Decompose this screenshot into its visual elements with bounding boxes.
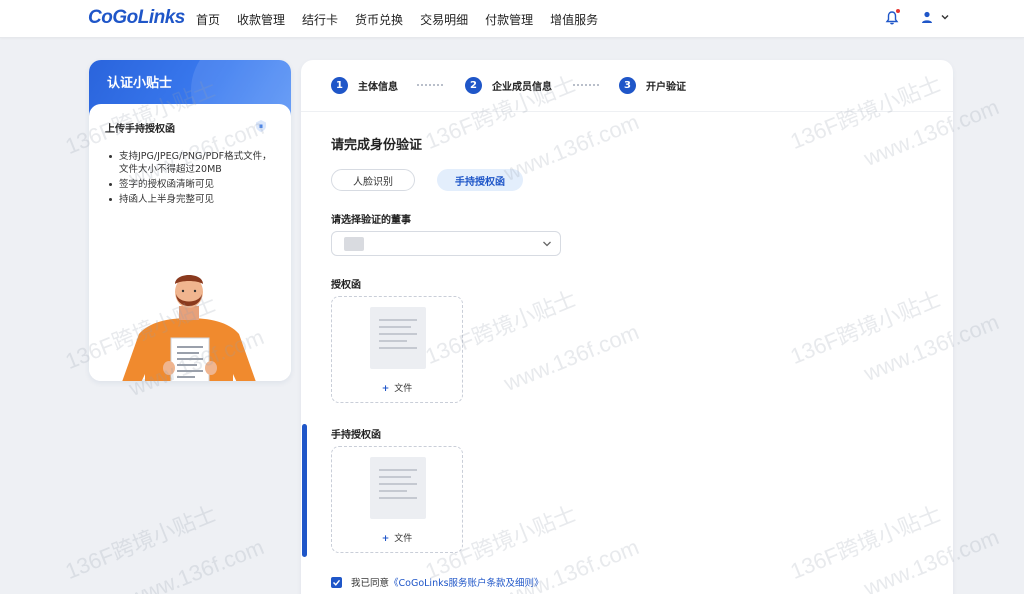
auth-letter-label: 授权函 xyxy=(331,280,361,291)
nav-item-home[interactable]: 首页 xyxy=(196,11,220,28)
tips-list-item: 签字的授权函清晰可见 xyxy=(107,178,277,191)
main-nav: 首页 收款管理 结行卡 货币兑换 交易明细 付款管理 增值服务 xyxy=(196,11,615,28)
verification-tips-card: 认证小贴士 上传手持授权函 支持JPG/JPEG/PNG/PDF格式文件， 文件… xyxy=(89,60,291,381)
tips-list-item: 支持JPG/JPEG/PNG/PDF格式文件， 文件大小不得超过20MB xyxy=(107,150,277,176)
handheld-letter-label: 手持授权函 xyxy=(331,430,381,441)
progress-steps: 1 主体信息 2 企业成员信息 3 开户验证 xyxy=(301,60,953,112)
scroll-indicator[interactable] xyxy=(302,424,307,557)
upload-file-action[interactable]: + 文件 xyxy=(332,381,462,394)
user-icon[interactable] xyxy=(920,10,934,24)
step-divider xyxy=(417,84,443,86)
step-label: 主体信息 xyxy=(358,82,398,93)
nav-item-transactions[interactable]: 交易明细 xyxy=(420,11,468,28)
step-2: 2 企业成员信息 xyxy=(465,77,552,94)
step-number: 2 xyxy=(465,77,482,94)
shield-icon xyxy=(256,120,266,132)
watermark: 136F跨境小贴士 xyxy=(61,500,220,584)
nav-item-currency-exchange[interactable]: 货币兑换 xyxy=(355,11,403,28)
nav-item-cards[interactable]: 结行卡 xyxy=(302,11,338,28)
document-icon xyxy=(370,457,426,519)
agree-checkbox[interactable] xyxy=(331,576,342,588)
tips-body: 上传手持授权函 支持JPG/JPEG/PNG/PDF格式文件， 文件大小不得超过… xyxy=(89,104,291,381)
step-divider xyxy=(573,84,599,86)
terms-link[interactable]: 《CoGoLinks服务账户条款及细则》 xyxy=(389,578,544,589)
nav-item-payments[interactable]: 付款管理 xyxy=(485,11,533,28)
step-label: 开户验证 xyxy=(646,82,686,93)
user-menu[interactable] xyxy=(920,10,951,24)
tips-subtitle: 上传手持授权函 xyxy=(105,124,175,135)
nav-item-collections[interactable]: 收款管理 xyxy=(237,11,285,28)
notification-dot xyxy=(896,9,900,13)
verification-form-card: 1 主体信息 2 企业成员信息 3 开户验证 请完成身份验证 人脸识别 手持授权… xyxy=(301,60,953,594)
upload-file-action[interactable]: + 文件 xyxy=(332,531,462,544)
step-3: 3 开户验证 xyxy=(619,77,686,94)
step-number: 3 xyxy=(619,77,636,94)
nav-item-value-added-services[interactable]: 增值服务 xyxy=(550,11,598,28)
terms-agreement: 我已同意《CoGoLinks服务账户条款及细则》 xyxy=(331,575,544,589)
chevron-down-icon xyxy=(543,241,551,247)
director-label: 请选择验证的董事 xyxy=(331,215,411,226)
check-icon xyxy=(333,579,341,586)
tips-list-item: 持函人上半身完整可见 xyxy=(107,193,277,206)
step-number: 1 xyxy=(331,77,348,94)
top-navigation-bar: CoGoLinks 首页 收款管理 结行卡 货币兑换 交易明细 付款管理 增值服… xyxy=(0,0,1024,38)
document-icon xyxy=(370,307,426,369)
step-1: 1 主体信息 xyxy=(331,77,398,94)
handheld-letter-button[interactable]: 手持授权函 xyxy=(437,169,523,191)
tips-list: 支持JPG/JPEG/PNG/PDF格式文件， 文件大小不得超过20MB 签字的… xyxy=(107,150,277,208)
watermark: www.136f.com xyxy=(125,534,268,594)
handheld-letter-upload[interactable]: + 文件 xyxy=(331,446,463,553)
face-recognition-button[interactable]: 人脸识别 xyxy=(331,169,415,191)
agree-text: 我已同意《CoGoLinks服务账户条款及细则》 xyxy=(351,578,544,589)
brand-logo[interactable]: CoGoLinks xyxy=(88,7,185,29)
avatar xyxy=(344,237,364,251)
tips-title: 认证小贴士 xyxy=(107,76,173,91)
section-title: 请完成身份验证 xyxy=(331,138,423,153)
step-label: 企业成员信息 xyxy=(492,82,552,93)
auth-letter-upload[interactable]: + 文件 xyxy=(331,296,463,403)
person-holding-letter-illustration xyxy=(122,275,256,381)
plus-icon: + xyxy=(381,384,390,394)
director-select[interactable] xyxy=(331,231,561,256)
chevron-down-icon[interactable] xyxy=(939,11,951,23)
plus-icon: + xyxy=(381,534,390,544)
